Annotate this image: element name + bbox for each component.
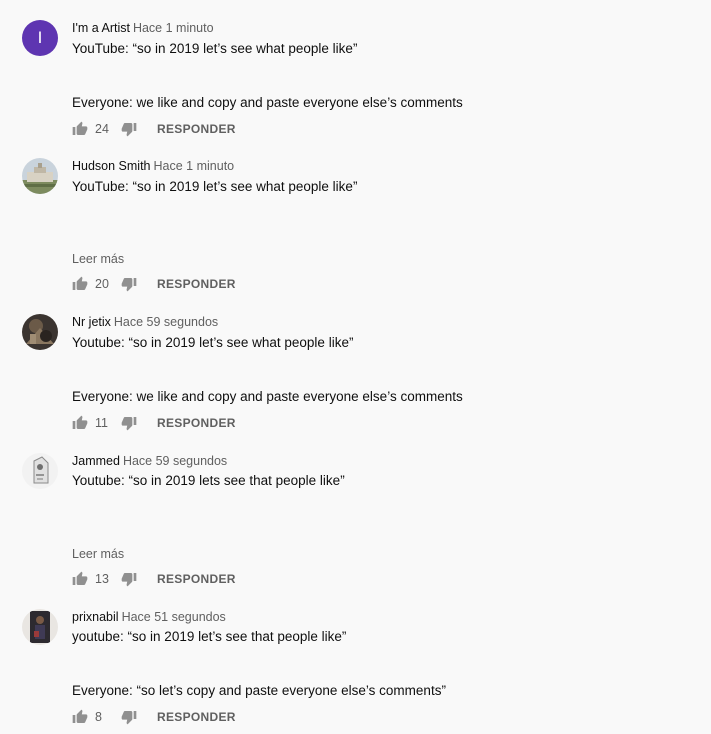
avatar-letter: I [37, 28, 43, 47]
author-name[interactable]: Jammed [72, 454, 120, 468]
comment-text-line: youtube: “so in 2019 let’s see that peop… [72, 629, 347, 644]
reply-button[interactable]: RESPONDER [157, 572, 236, 586]
comment-text-line: YouTube: “so in 2019 let’s see what peop… [72, 41, 358, 56]
comment-text-line: YouTube: “so in 2019 let’s see what peop… [72, 179, 358, 194]
avatar[interactable] [22, 158, 58, 194]
comment-time[interactable]: Hace 59 segundos [114, 315, 218, 329]
like-count: 11 [95, 416, 108, 430]
comment-text-line: Everyone: we like and copy and paste eve… [72, 389, 463, 404]
thumbs-up-icon[interactable] [72, 121, 88, 137]
comment-time[interactable]: Hace 51 segundos [122, 610, 226, 624]
like-count: 20 [95, 277, 109, 291]
avatar[interactable] [22, 453, 58, 489]
thumbs-down-icon[interactable] [121, 121, 137, 137]
like-count: 13 [95, 572, 109, 586]
like-count: 24 [95, 122, 109, 136]
thumbs-up-icon[interactable] [72, 571, 88, 587]
comment-actions: 13 RESPONDER [72, 571, 236, 587]
comment-actions: 24 RESPONDER [72, 121, 236, 137]
comment-time[interactable]: Hace 1 minuto [133, 21, 214, 35]
author-name[interactable]: Hudson Smith [72, 159, 151, 173]
avatar[interactable]: I [22, 20, 58, 56]
like-count: 8 [95, 710, 102, 724]
comment-actions: 11 RESPONDER [72, 415, 236, 431]
author-name[interactable]: prixnabil [72, 610, 119, 624]
comment-text-line: Everyone: “so let’s copy and paste every… [72, 683, 446, 698]
reply-button[interactable]: RESPONDER [157, 122, 236, 136]
reply-button[interactable]: RESPONDER [157, 416, 236, 430]
thumbs-up-icon[interactable] [72, 276, 88, 292]
comment-header: Nr jetix Hace 59 segundos [72, 314, 218, 330]
reply-button[interactable]: RESPONDER [157, 277, 236, 291]
thumbs-up-icon[interactable] [72, 709, 88, 725]
comment-actions: 8 RESPONDER [72, 709, 236, 725]
avatar[interactable] [22, 314, 58, 350]
author-name[interactable]: Nr jetix [72, 315, 111, 329]
comment-time[interactable]: Hace 1 minuto [154, 159, 235, 173]
read-more-link[interactable]: Leer más [72, 251, 124, 267]
thumbs-down-icon[interactable] [121, 276, 137, 292]
comment-header: Hudson Smith Hace 1 minuto [72, 158, 234, 174]
comment-text-line: Youtube: “so in 2019 lets see that peopl… [72, 473, 345, 488]
comment-header: I'm a Artist Hace 1 minuto [72, 20, 214, 36]
thumbs-up-icon[interactable] [72, 415, 88, 431]
comment-text-line: Youtube: “so in 2019 let’s see what peop… [72, 335, 354, 350]
comment-text-line: Everyone: we like and copy and paste eve… [72, 95, 463, 110]
reply-button[interactable]: RESPONDER [157, 710, 236, 724]
thumbs-down-icon[interactable] [121, 571, 137, 587]
thumbs-down-icon[interactable] [121, 709, 137, 725]
comment-time[interactable]: Hace 59 segundos [123, 454, 227, 468]
comment-actions: 20 RESPONDER [72, 276, 236, 292]
author-name[interactable]: I'm a Artist [72, 21, 130, 35]
read-more-link[interactable]: Leer más [72, 546, 124, 562]
comment-header: prixnabil Hace 51 segundos [72, 609, 226, 625]
comment-header: Jammed Hace 59 segundos [72, 453, 227, 469]
thumbs-down-icon[interactable] [121, 415, 137, 431]
avatar[interactable] [22, 609, 58, 645]
